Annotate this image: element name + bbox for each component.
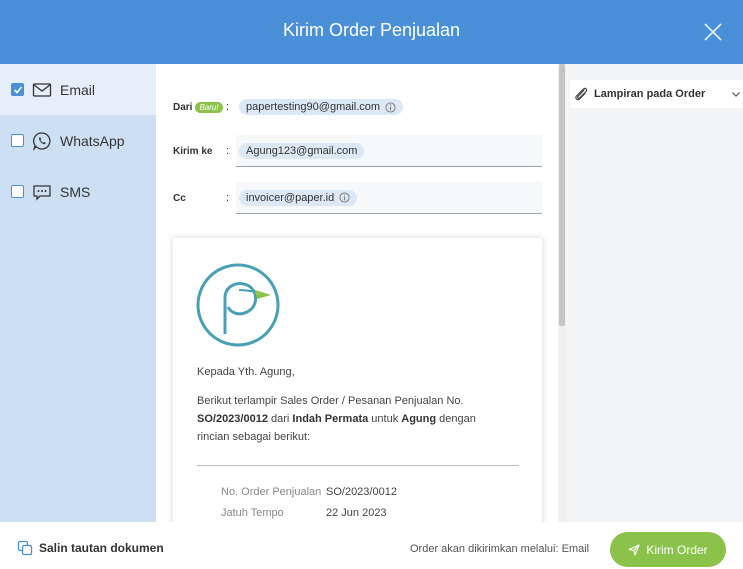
send-order-button[interactable]: Kirim Order (610, 532, 726, 567)
channel-sms-label: SMS (60, 183, 91, 200)
from-label-text: Dari (173, 101, 193, 113)
detail-key: Jatuh Tempo (221, 507, 284, 519)
from-row: Dari Baru! : papertesting90@gmail.com (173, 91, 542, 123)
from-email-chip[interactable]: papertesting90@gmail.com (239, 99, 404, 115)
order-number: SO/2023/0012 (197, 413, 268, 425)
sms-checkbox[interactable] (11, 185, 24, 198)
new-badge: Baru! (195, 101, 223, 113)
sent-via-text: Order akan dikirimkan melalui: Email (410, 543, 590, 555)
channel-sms[interactable]: SMS (0, 166, 156, 217)
whatsapp-checkbox[interactable] (11, 134, 24, 147)
cc-email-text: invoicer@paper.id (246, 191, 335, 204)
attachment-label: Lampiran pada Order (594, 88, 706, 100)
attachment-dropdown[interactable]: Lampiran pada Order (570, 80, 743, 108)
envelope-icon (32, 82, 52, 97)
copy-icon (17, 540, 33, 556)
to-label: Kirim ke (173, 145, 213, 157)
greeting-text: Kepada Yth. Agung, (197, 366, 295, 378)
copy-link-label: Salin tautan dokumen (39, 541, 164, 555)
chevron-down-icon (732, 92, 740, 97)
paper-logo-icon (196, 263, 280, 347)
info-icon[interactable] (385, 101, 396, 113)
channel-sidebar: Email WhatsApp SMS (0, 64, 156, 522)
channel-whatsapp[interactable]: WhatsApp (0, 115, 156, 166)
cc-colon: : (226, 192, 230, 204)
channel-email-label: Email (60, 81, 96, 98)
cc-field[interactable]: invoicer@paper.id (236, 182, 542, 214)
check-icon (13, 85, 22, 94)
paperclip-icon (575, 87, 588, 101)
from-email-text: papertesting90@gmail.com (246, 101, 381, 113)
copy-link-button[interactable]: Salin tautan dokumen (17, 540, 164, 556)
detail-row: Jatuh Tempo 22 Jun 2023 (221, 507, 387, 519)
channel-email[interactable]: Email (0, 64, 156, 115)
send-icon (628, 543, 640, 556)
from-label: Dari Baru! (173, 101, 226, 113)
email-checkbox[interactable] (11, 83, 24, 96)
detail-value: SO/2023/0012 (326, 486, 397, 498)
modal-footer: Salin tautan dokumen Order akan dikirimk… (0, 522, 743, 569)
scrollbar-thumb[interactable] (559, 64, 565, 326)
from-field[interactable]: papertesting90@gmail.com (236, 91, 542, 123)
cc-label: Cc (173, 192, 186, 204)
email-preview: Kepada Yth. Agung, Berikut terlampir Sal… (173, 238, 542, 522)
body-paragraph: Berikut terlampir Sales Order / Pesanan … (197, 392, 497, 446)
to-email-chip[interactable]: Agung123@gmail.com (239, 142, 365, 159)
cc-row: Cc : invoicer@paper.id (173, 182, 542, 214)
whatsapp-icon (33, 131, 51, 151)
to-email-text: Agung123@gmail.com (246, 144, 358, 157)
modal-title: Kirim Order Penjualan (282, 20, 461, 40)
from-colon: : (226, 101, 230, 113)
close-icon[interactable] (703, 22, 723, 42)
channel-whatsapp-label: WhatsApp (60, 132, 125, 149)
to-row: Kirim ke : Agung123@gmail.com (173, 135, 542, 167)
chat-bubble-icon (33, 184, 51, 201)
body-from: dari (267, 413, 293, 425)
modal-header: Kirim Order Penjualan (0, 0, 743, 64)
customer-name: Agung (401, 413, 437, 425)
detail-row: No. Order Penjualan SO/2023/0012 (221, 486, 397, 498)
body-intro: Berikut terlampir Sales Order / Pesanan … (197, 395, 464, 407)
to-colon: : (226, 145, 230, 157)
to-field[interactable]: Agung123@gmail.com (236, 135, 542, 167)
company-name: Indah Permata (292, 413, 369, 425)
detail-value: 22 Jun 2023 (326, 507, 387, 519)
cc-email-chip[interactable]: invoicer@paper.id (239, 189, 358, 206)
preview-divider (197, 465, 519, 466)
body-for: untuk (368, 413, 402, 425)
detail-key: No. Order Penjualan (221, 486, 322, 498)
form-scrollbar[interactable] (558, 64, 566, 522)
info-icon[interactable] (339, 192, 350, 203)
attachment-panel: Lampiran pada Order (566, 64, 743, 522)
send-order-label: Kirim Order (646, 542, 708, 557)
email-form: Dari Baru! : papertesting90@gmail.com Ki… (156, 64, 558, 522)
